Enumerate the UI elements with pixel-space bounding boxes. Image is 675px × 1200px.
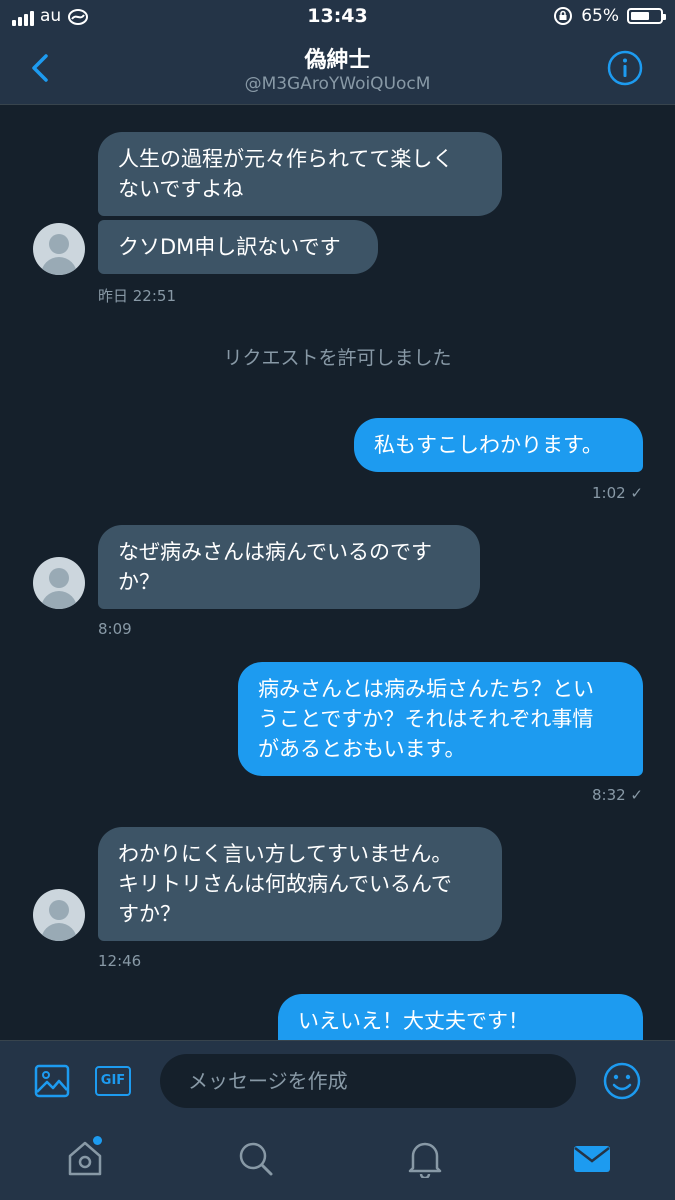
gif-button[interactable]: GIF <box>95 1066 131 1096</box>
tab-notifications[interactable] <box>405 1138 445 1180</box>
message-bubble-outgoing[interactable]: 病みさんとは病み垢さんたち？とい うことですか？それはそれぞれ事情 があるとおも… <box>238 662 643 776</box>
info-icon[interactable] <box>607 50 643 86</box>
message-list[interactable]: 人生の過程が元々作られてて楽しく ないですよね クソDM申し訳ないです 昨日 2… <box>0 105 675 1040</box>
message-timestamp: 昨日 22:51 <box>98 287 176 305</box>
mail-icon <box>574 1146 610 1172</box>
avatar[interactable] <box>33 223 85 275</box>
status-bar: au 13:43 65% <box>0 0 675 34</box>
tab-messages[interactable] <box>572 1138 612 1178</box>
contact-handle: @M3GAroYWoiQUocM <box>244 74 431 94</box>
message-timestamp: 1:02 ✓ <box>591 484 643 502</box>
image-icon[interactable] <box>34 1063 70 1099</box>
message-composer: GIF <box>0 1040 675 1121</box>
message-timestamp: 8:09 <box>98 620 132 638</box>
battery-icon <box>627 8 666 24</box>
bell-icon <box>408 1142 442 1180</box>
tab-home[interactable] <box>65 1136 105 1178</box>
search-icon <box>239 1142 273 1176</box>
message-bubble-incoming[interactable]: なぜ病みさんは病んでいるのです か？ <box>98 525 480 609</box>
message-timestamp: 12:46 <box>98 952 142 970</box>
message-bubble-incoming[interactable]: わかりにく言い方してすいません。 キリトリさんは何故病んでいるんで すか？ <box>98 827 502 941</box>
tab-search[interactable] <box>235 1138 275 1178</box>
avatar[interactable] <box>33 557 85 609</box>
message-bubble-incoming[interactable]: 人生の過程が元々作られてて楽しく ないですよね <box>98 132 502 216</box>
tab-bar <box>0 1120 675 1200</box>
message-timestamp: 8:32 ✓ <box>591 786 643 804</box>
request-accepted-notice: リクエストを許可しました <box>223 347 452 369</box>
conversation-header: 偽紳士 @M3GAroYWoiQUocM <box>0 34 675 105</box>
contact-name: 偽紳士 <box>304 48 371 73</box>
message-input[interactable] <box>160 1054 576 1108</box>
message-bubble-incoming[interactable]: クソDM申し訳ないです <box>98 220 378 274</box>
avatar[interactable] <box>33 889 85 941</box>
status-right: 65% <box>553 6 666 26</box>
rotation-lock-icon <box>554 7 573 25</box>
message-bubble-outgoing[interactable]: 私もすこしわかります。 <box>354 418 643 472</box>
emoji-icon[interactable] <box>602 1061 642 1101</box>
notification-dot <box>93 1136 102 1145</box>
battery-percent: 65% <box>581 6 619 26</box>
message-bubble-outgoing[interactable]: いえいえ！大丈夫です！ <box>278 994 643 1040</box>
